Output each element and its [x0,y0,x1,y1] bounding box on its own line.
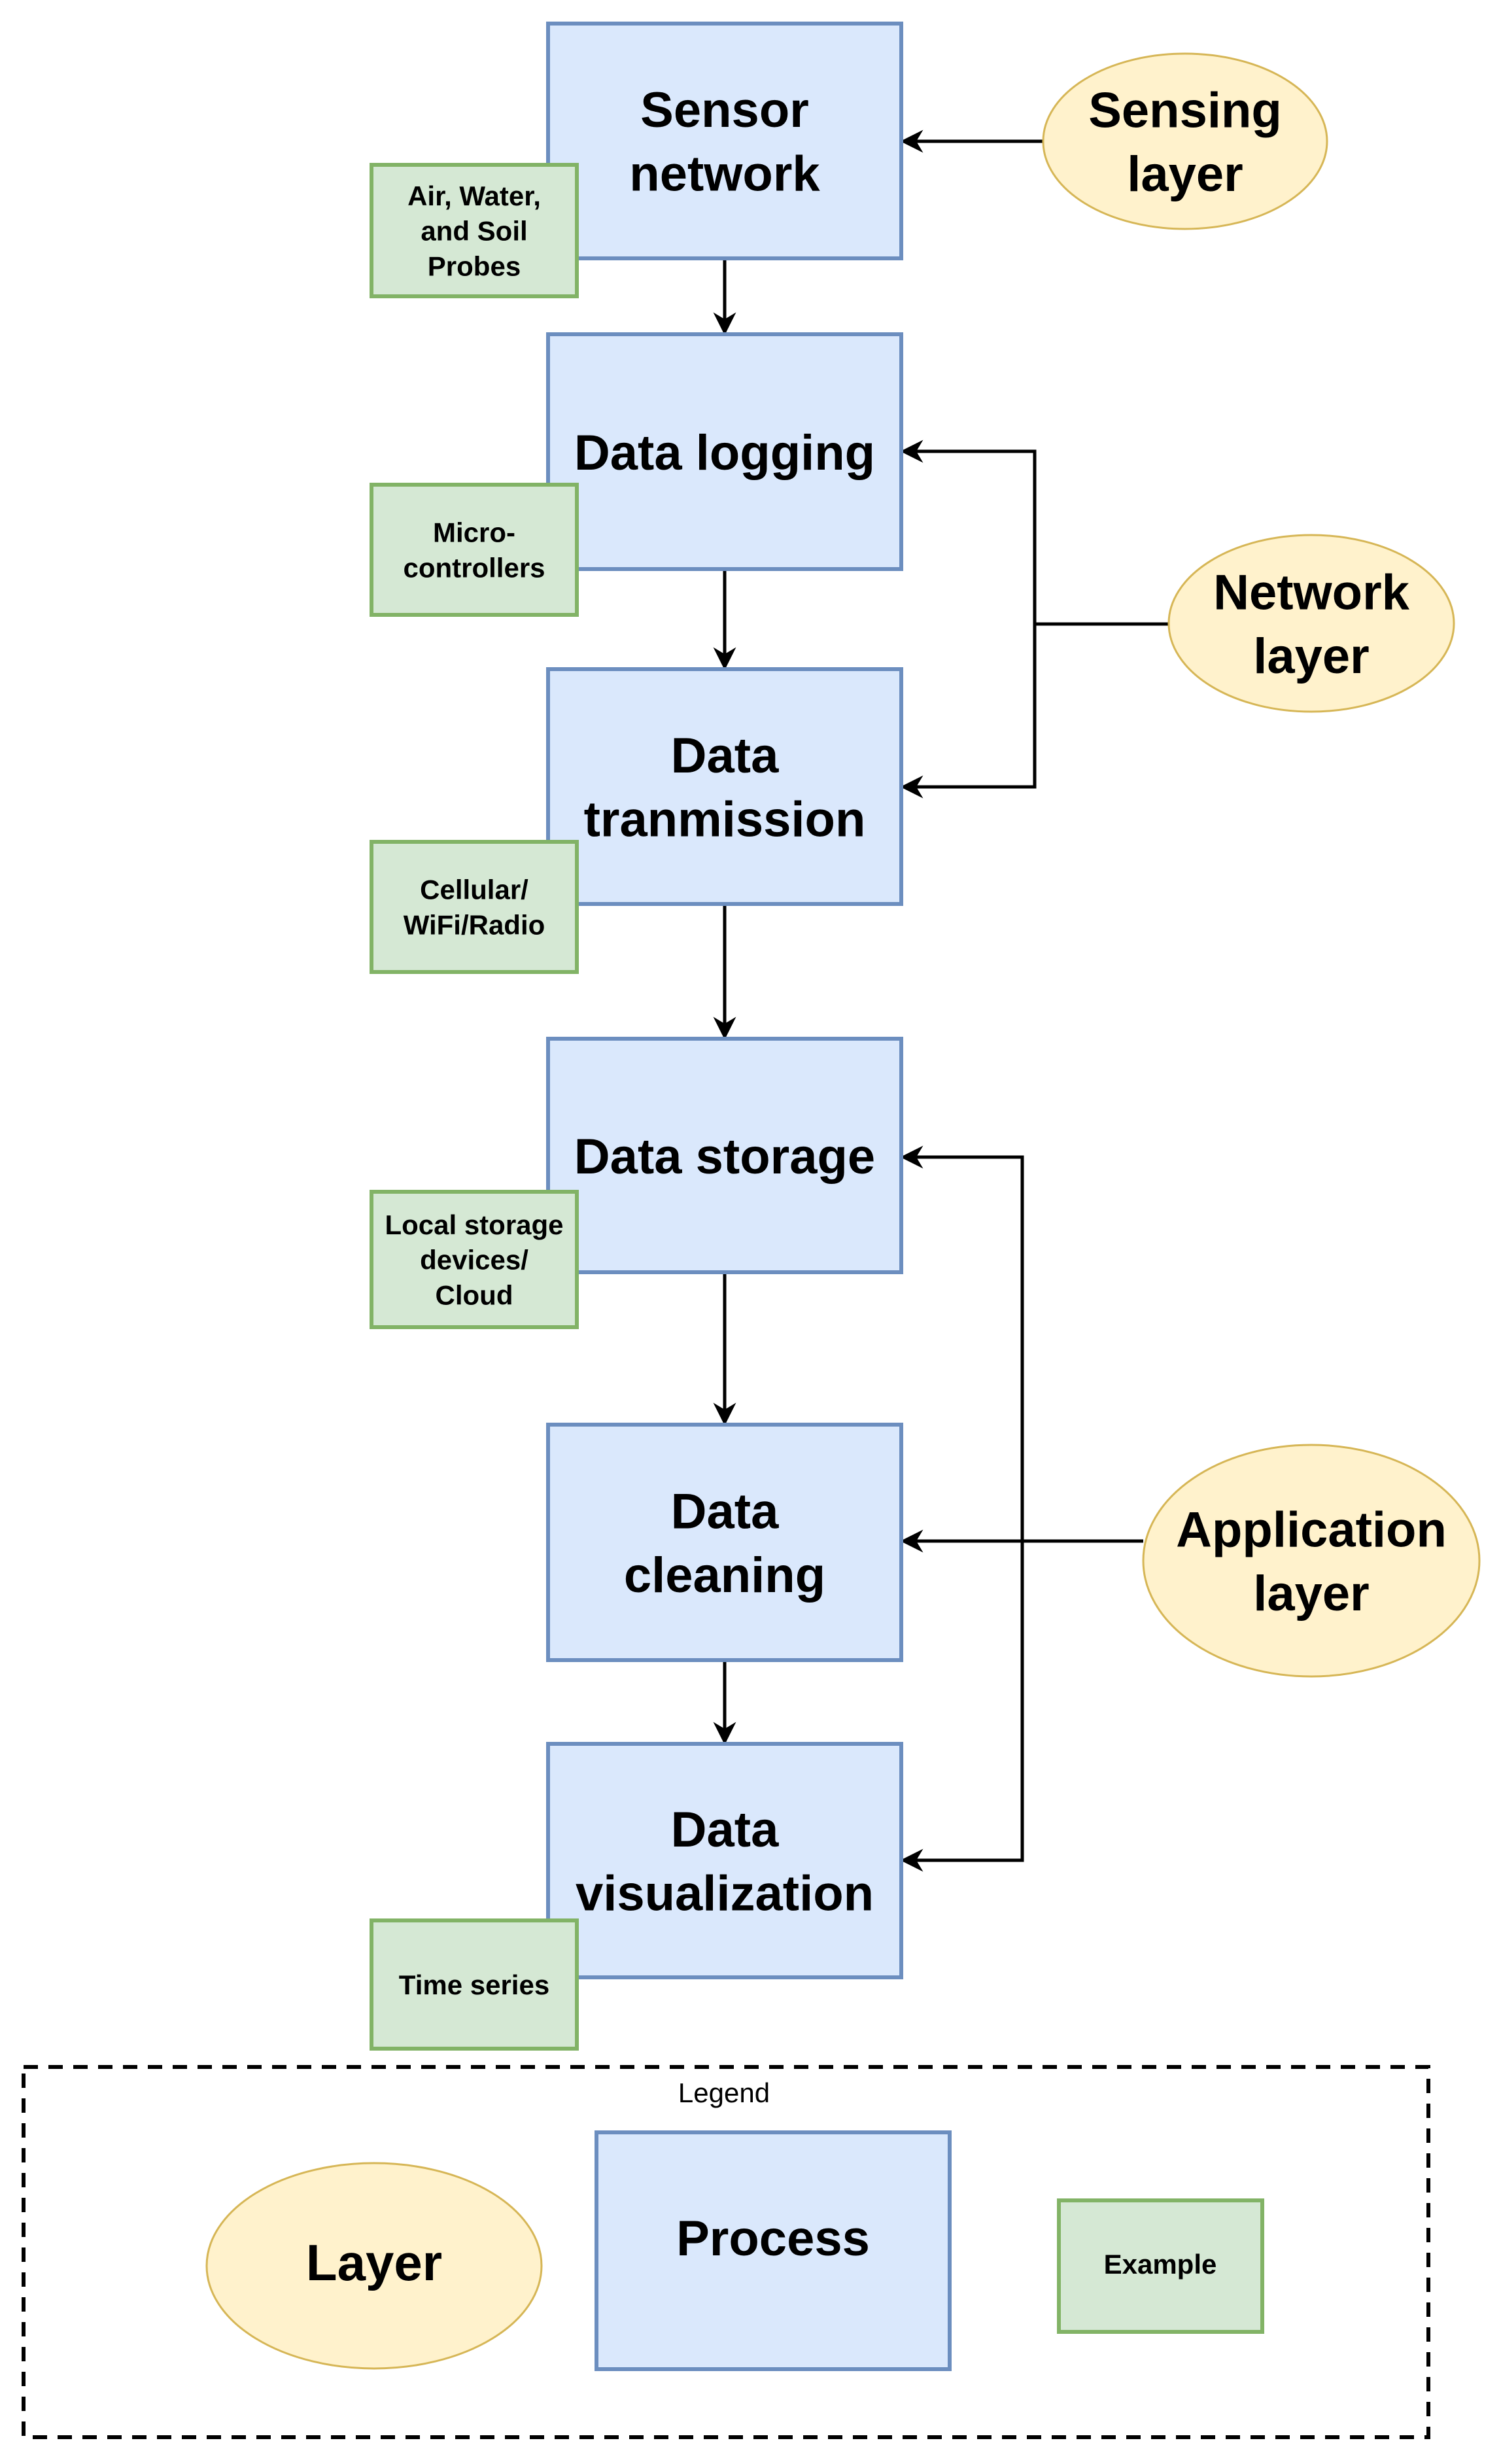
network-arrow-transmission [900,624,1037,799]
example-sensor: Air, Water, and Soil Probes [370,163,579,298]
process-visualization: Data visualization [546,1742,903,1979]
example-transmission: Cellular/WiFi/Radio [370,840,579,974]
example-label: Time series [399,1969,549,2000]
layer-label: Sensing [1088,83,1282,139]
network-arrow-logging [900,440,1037,624]
example-label: controllers [403,553,545,583]
layer-network: Network layer [1167,534,1455,713]
process-label: cleaning [624,1548,825,1603]
process-label: Data [671,1484,779,1540]
example-label: WiFi/Radio [404,910,545,941]
layer-label: layer [1127,147,1243,202]
layer-ellipses: Sensing layer Network layer Application layer [1042,52,1481,1678]
process-sensor: Sensor network [546,22,903,260]
layer-label: layer [1253,629,1370,684]
process-label: Data storage [574,1129,875,1185]
layer-label: Application [1176,1502,1447,1558]
process-box [546,22,903,260]
example-label: Local storage [385,1209,563,1240]
process-label: Data [671,1802,779,1858]
layer-application: Application layer [1142,1444,1481,1678]
legend-process-label: Process [676,2211,870,2266]
layer-ellipse [1042,52,1328,230]
process-logging: Data logging [546,332,903,571]
legend: Legend Layer Process Example [22,2065,1430,2439]
example-box [370,840,579,974]
process-label: tranmission [584,792,866,848]
layer-sensing: Sensing layer [1042,52,1328,230]
layer-label: layer [1253,1566,1370,1622]
example-label: Micro- [433,517,515,548]
legend-title: Legend [678,2077,770,2108]
example-storage: Local storage devices/Cloud [370,1190,579,1329]
process-cleaning: Data cleaning [546,1423,903,1662]
layer-ellipse [1142,1444,1481,1678]
process-label: visualization [576,1866,874,1922]
application-arrow-visualization [900,1157,1024,1872]
process-label: Sensor [640,82,809,138]
iot-architecture-diagram: Sensor network Data logging Data tranmission… [22,22,1481,2439]
layer-label: Network [1213,565,1410,621]
process-box [546,667,903,906]
example-boxes: Air, Water, and Soil Probes Micro-controlle… [370,163,579,2051]
legend-layer-label: Layer [306,2234,442,2291]
example-box [370,483,579,617]
example-label: devices/ [420,1245,528,1275]
application-arrow-storage [900,1145,1024,1860]
example-label: Cloud [436,1279,513,1310]
example-visualization: Time series [370,1918,579,2051]
example-logging: Micro-controllers [370,483,579,617]
process-box [546,1742,903,1979]
layer-ellipse [1167,534,1455,713]
example-label: Air, Water, [407,181,541,211]
example-label: Cellular/ [420,875,528,905]
example-label: and Soil [421,216,527,247]
process-label: Data [671,728,779,784]
process-box [546,1423,903,1662]
process-transmission: Data tranmission [546,667,903,906]
legend-example-label: Example [1104,2249,1217,2280]
process-storage: Data storage [546,1037,903,1274]
process-label: Data logging [574,425,875,481]
example-label: Probes [428,251,521,281]
process-label: network [629,147,820,202]
